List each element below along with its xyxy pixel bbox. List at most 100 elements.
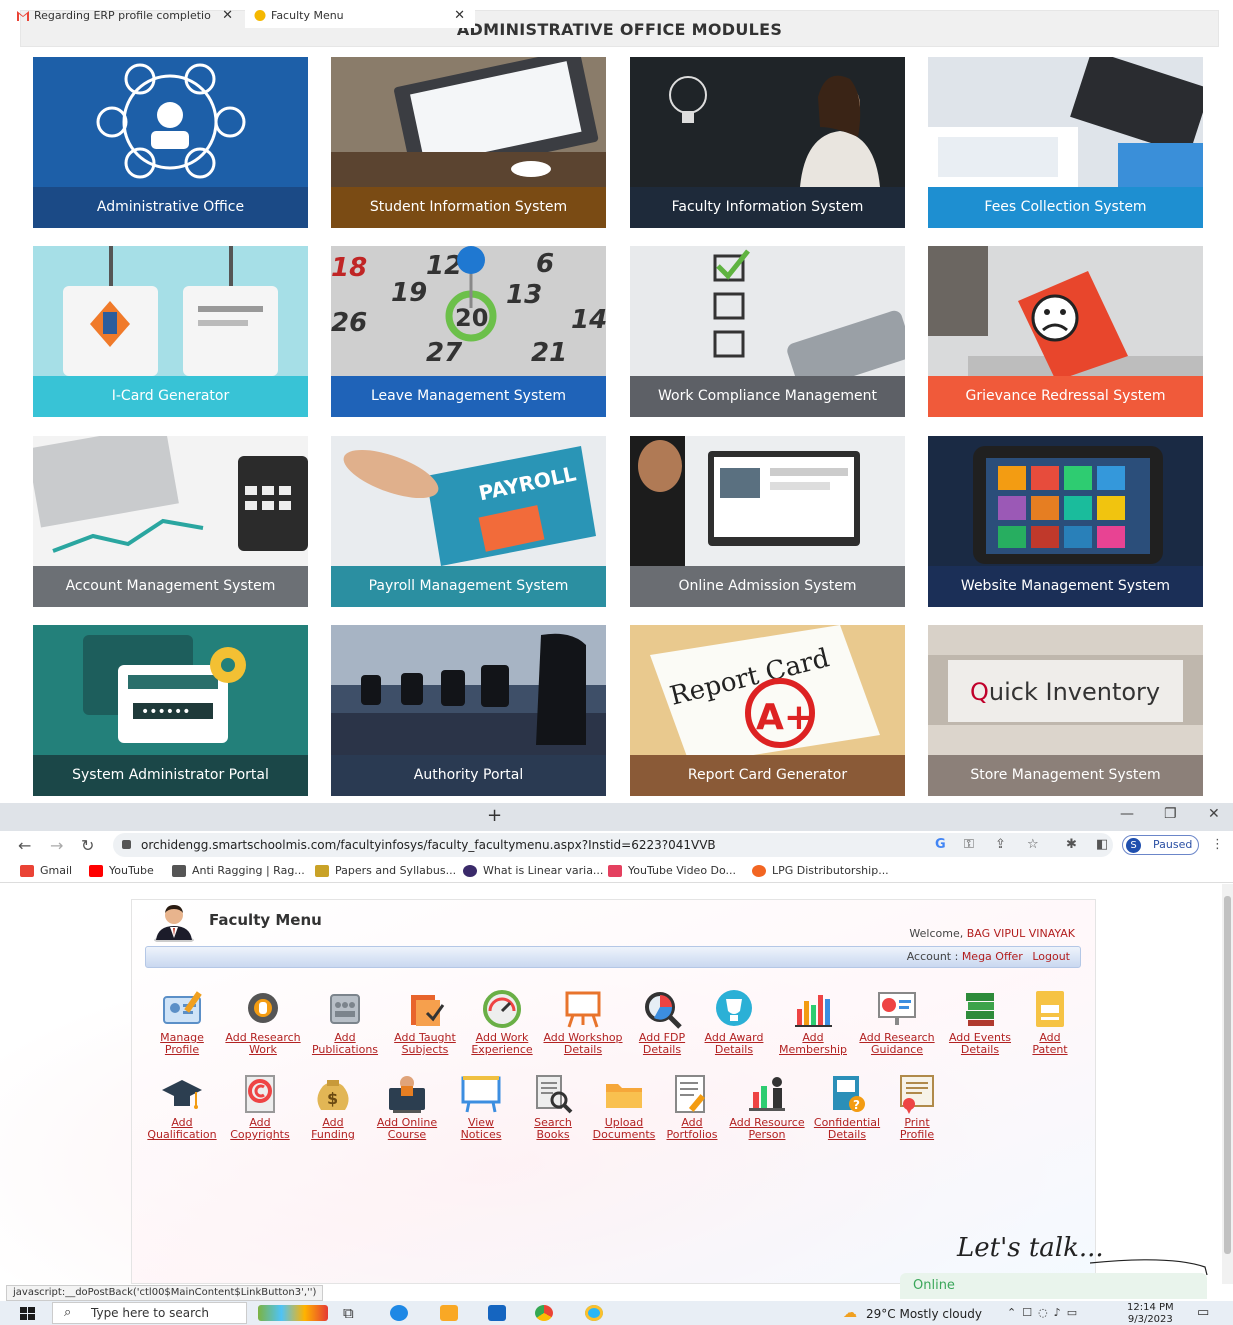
minimize-icon[interactable]: — xyxy=(1120,806,1134,822)
svg-text:••••••: •••••• xyxy=(141,704,191,720)
site-icon xyxy=(172,865,186,877)
bookmark-label: Papers and Syllabus... xyxy=(335,864,457,877)
menu-item[interactable]: Add Publications xyxy=(303,987,387,1056)
menu-item[interactable]: Add Award Details xyxy=(692,987,776,1056)
module-tile[interactable]: 18 12 6 19 13 26 14 27 21 20 Leave Management Syst… xyxy=(331,246,606,417)
menu-item[interactable]: Add Work Experience xyxy=(460,987,544,1056)
module-image: •••••• xyxy=(33,625,308,755)
tab-gmail[interactable]: Regarding ERP profile completio ✕ xyxy=(8,3,243,28)
bookmark-gmail[interactable]: Gmail xyxy=(20,864,72,878)
research-gear-icon xyxy=(248,993,278,1023)
menu-item[interactable]: Add Portfolios xyxy=(650,1072,734,1141)
module-tile[interactable]: Website Management System xyxy=(928,436,1203,607)
extensions-icon[interactable]: ✱ xyxy=(1066,837,1077,852)
menu-item-label: Print Profile xyxy=(875,1117,959,1141)
module-tile[interactable]: Fees Collection System xyxy=(928,57,1203,228)
menu-item-label-line2: Publications xyxy=(311,1043,379,1056)
menu-item-label-line2: Documents xyxy=(592,1128,656,1141)
module-label: Authority Portal xyxy=(331,755,606,796)
weather-text[interactable]: 29°C Mostly cloudy xyxy=(866,1307,982,1321)
module-tile[interactable]: Grievance Redressal System xyxy=(928,246,1203,417)
edge-icon[interactable] xyxy=(390,1305,408,1321)
scrollbar[interactable] xyxy=(1222,884,1233,1284)
tab-title: Faculty Menu xyxy=(271,9,344,22)
menu-item-label: Add Qualification xyxy=(140,1117,224,1141)
bookmark-linear[interactable]: What is Linear varia... xyxy=(463,864,603,878)
windows-start-icon[interactable] xyxy=(20,1307,36,1321)
module-label: Store Management System xyxy=(928,755,1203,796)
task-view-icon[interactable]: ⧉ xyxy=(343,1304,354,1322)
window-close-icon[interactable]: ✕ xyxy=(1208,806,1220,822)
menu-item[interactable]: Add Research Work xyxy=(221,987,305,1056)
mail-icon[interactable] xyxy=(488,1305,506,1321)
file-explorer-icon[interactable] xyxy=(440,1305,458,1321)
back-arrow-icon[interactable]: ← xyxy=(18,836,31,855)
module-tile[interactable]: •••••• System Administrator Portal xyxy=(33,625,308,796)
module-tile[interactable]: Administrative Office xyxy=(33,57,308,228)
menu-item[interactable]: Add Patent xyxy=(1008,987,1092,1056)
reload-icon[interactable]: ↻ xyxy=(81,836,94,855)
module-label: Work Compliance Management xyxy=(630,376,905,417)
module-tile[interactable]: Account Management System xyxy=(33,436,308,607)
bookmark-lpg[interactable]: LPG Distributorship... xyxy=(752,864,889,878)
module-tile[interactable]: Online Admission System xyxy=(630,436,905,607)
module-tile[interactable]: Work Compliance Management xyxy=(630,246,905,417)
restore-icon[interactable]: ❐ xyxy=(1164,806,1177,822)
logout-link[interactable]: Logout xyxy=(1032,950,1070,963)
menu-item[interactable]: Manage Profile xyxy=(140,987,224,1056)
system-tray-icons[interactable]: ⌃☐◌♪▭ xyxy=(1007,1306,1083,1319)
taskbar-clock[interactable]: 12:14 PM 9/3/2023 xyxy=(1127,1302,1174,1325)
taskbar-widget-icon[interactable] xyxy=(258,1305,328,1321)
taskbar-search-input[interactable]: Type here to search xyxy=(52,1302,247,1324)
module-tile[interactable]: PAYROLL Payroll Management System xyxy=(331,436,606,607)
chrome-icon[interactable] xyxy=(535,1305,553,1321)
module-tile[interactable]: Faculty Information System xyxy=(630,57,905,228)
module-tile[interactable]: Quick Inventory Store Management System xyxy=(928,625,1203,796)
menu-item[interactable]: Print Profile xyxy=(875,1072,959,1141)
menu-item[interactable]: Add Copyrights xyxy=(218,1072,302,1141)
share-icon[interactable]: ⇪ xyxy=(995,837,1006,852)
menu-item-label: Add Resource Person xyxy=(725,1117,809,1141)
menu-item-label-line2: Notices xyxy=(460,1128,502,1141)
menu-item-label: Add Research Guidance xyxy=(855,1032,939,1056)
svg-text:$: $ xyxy=(327,1089,338,1108)
kebab-menu-icon[interactable]: ⋮ xyxy=(1211,837,1224,852)
close-icon[interactable]: ✕ xyxy=(222,3,233,28)
menu-item[interactable]: Add Workshop Details xyxy=(541,987,625,1056)
url-input[interactable]: orchidengg.smartschoolmis.com/facultyinf… xyxy=(113,833,1113,857)
menu-item[interactable]: Add Qualification xyxy=(140,1072,224,1141)
menu-item[interactable]: Add Membership xyxy=(771,987,855,1056)
module-tile[interactable]: Authority Portal xyxy=(331,625,606,796)
new-tab-button[interactable]: + xyxy=(487,805,502,826)
menu-item[interactable]: Add Resource Person xyxy=(725,1072,809,1141)
bookmark-youtube[interactable]: YouTube xyxy=(89,864,154,878)
menu-item-label-line2: Books xyxy=(536,1128,570,1141)
menu-item[interactable]: $ Add Funding xyxy=(291,1072,375,1141)
bookmark-papers[interactable]: Papers and Syllabus... xyxy=(315,864,456,878)
bookmark-anti-ragging[interactable]: Anti Ragging | Rag... xyxy=(172,864,305,878)
tab-faculty-menu[interactable]: Faculty Menu ✕ xyxy=(245,3,475,28)
close-icon[interactable]: ✕ xyxy=(454,3,465,28)
forward-arrow-icon[interactable]: → xyxy=(50,836,63,855)
notification-icon[interactable]: ▭ xyxy=(1197,1305,1209,1320)
key-icon[interactable]: ⚿ xyxy=(964,837,974,852)
site-icon xyxy=(608,865,622,877)
svg-text:A+: A+ xyxy=(756,697,814,738)
menu-item-label-line2: Profile xyxy=(899,1128,935,1141)
star-icon[interactable]: ☆ xyxy=(1027,837,1039,852)
menu-item[interactable]: Add Research Guidance xyxy=(855,987,939,1056)
module-tile[interactable]: Student Information System xyxy=(331,57,606,228)
profile-button[interactable]: S Paused xyxy=(1122,835,1199,855)
account-name[interactable]: Mega Offer xyxy=(962,950,1023,963)
menu-item[interactable]: Add Online Course xyxy=(365,1072,449,1141)
scrollbar-thumb[interactable] xyxy=(1224,896,1231,1254)
chat-widget[interactable]: Online xyxy=(900,1273,1207,1299)
module-tile[interactable]: Report Card A+ Report Card Generator xyxy=(630,625,905,796)
module-label: Leave Management System xyxy=(331,376,606,417)
google-icon[interactable]: G xyxy=(935,837,946,852)
sidepanel-icon[interactable]: ◧ xyxy=(1096,837,1108,852)
menu-item[interactable]: Add Taught Subjects xyxy=(383,987,467,1056)
bookmark-youtube-video[interactable]: YouTube Video Do... xyxy=(608,864,736,878)
module-tile[interactable]: I-Card Generator xyxy=(33,246,308,417)
ie-icon[interactable] xyxy=(585,1305,603,1321)
